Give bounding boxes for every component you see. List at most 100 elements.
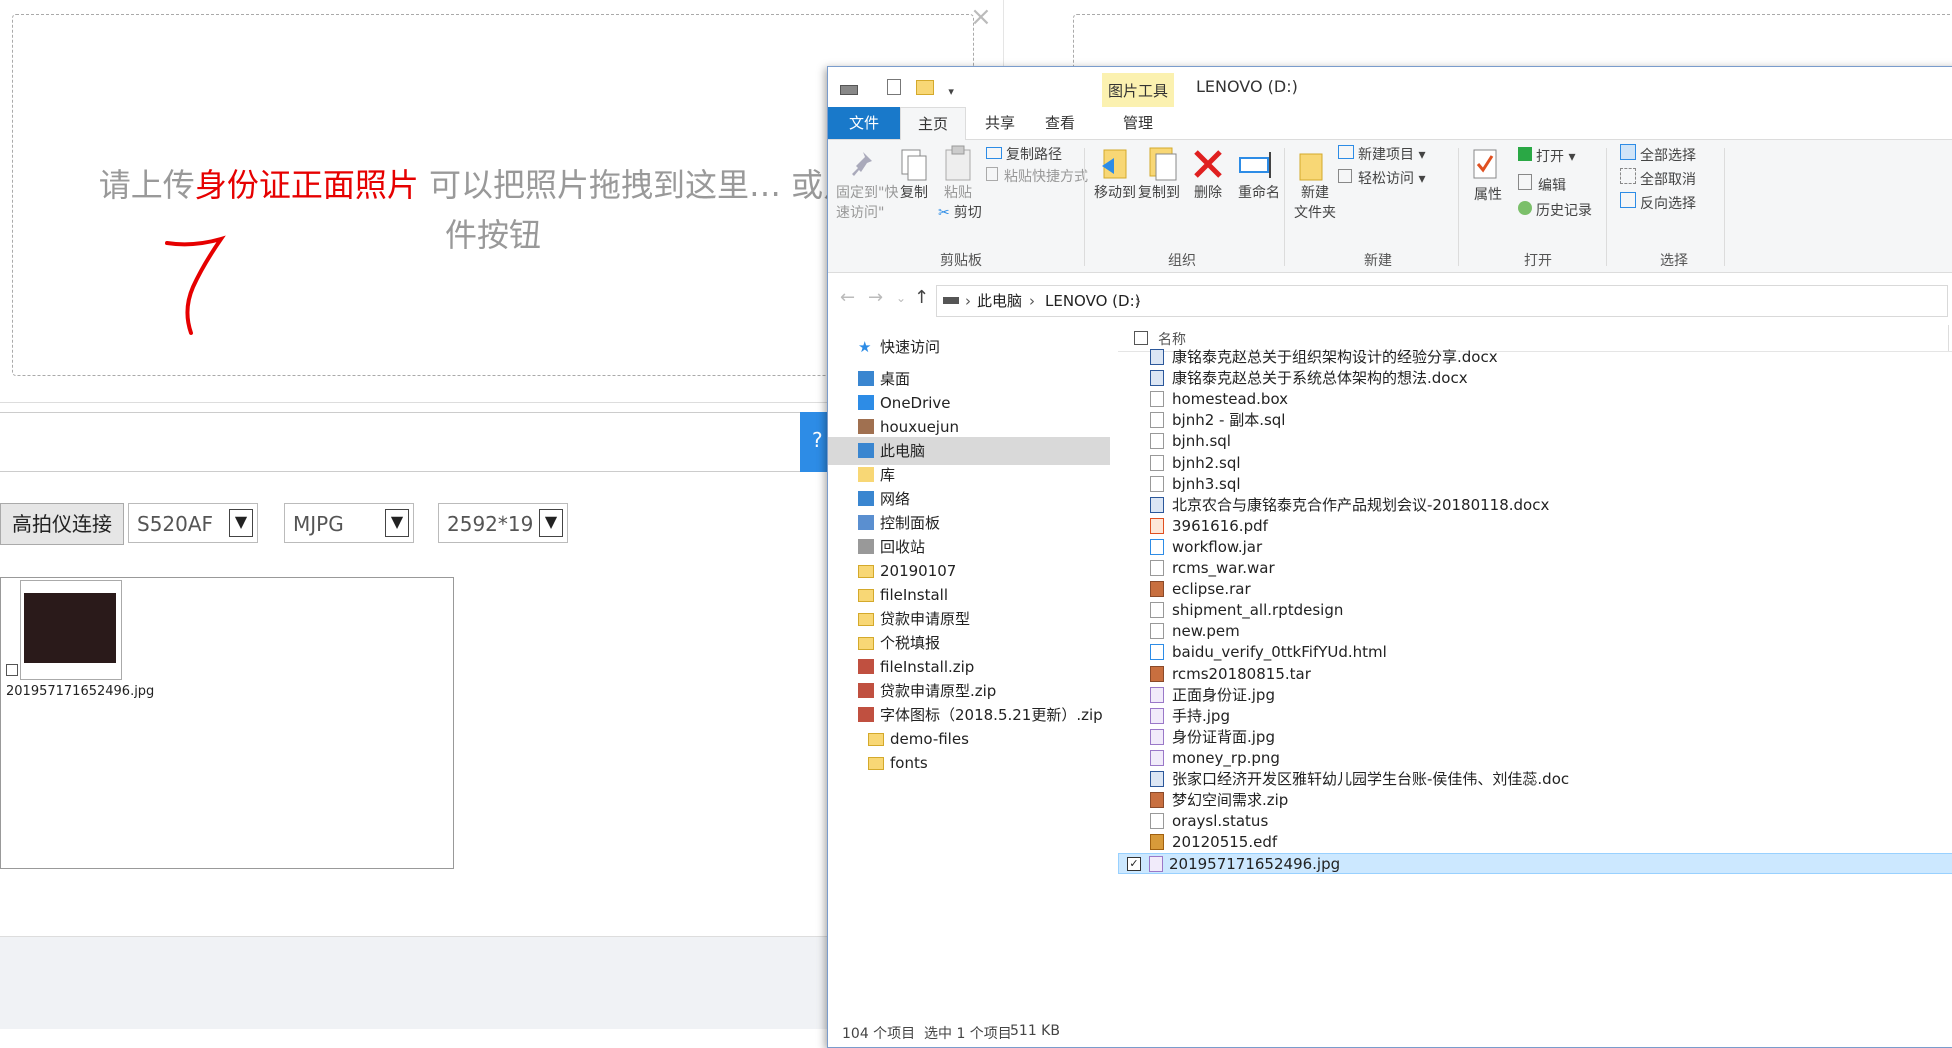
file-name: 手持.jpg [1172, 706, 1230, 725]
file-row[interactable]: workflow.jar20 [1138, 537, 1952, 558]
file-name: shipment_all.rptdesign [1172, 601, 1344, 620]
file-row[interactable]: 正面身份证.jpg20 [1138, 685, 1952, 706]
new-folder-icon[interactable] [915, 80, 934, 95]
paste-shortcut-button[interactable]: 粘贴快捷方式 [986, 166, 1088, 186]
resolution-value: 2592*19 [447, 512, 534, 536]
photo-thumbnail[interactable] [20, 580, 122, 680]
drive-icon[interactable] [840, 85, 858, 95]
resolution-select[interactable]: 2592*19 ▼ [438, 503, 568, 543]
word-document-icon [1150, 771, 1164, 787]
file-row[interactable]: ✓201957171652496.jpg20 [1118, 853, 1952, 875]
file-row[interactable]: bjnh3.sql20 [1138, 474, 1952, 495]
file-row[interactable]: 20120515.edf20 [1138, 832, 1952, 853]
up-arrow-icon[interactable]: ↑ [914, 287, 929, 308]
row-checkbox[interactable]: ✓ [1127, 857, 1141, 872]
file-row[interactable]: homestead.box20 [1138, 389, 1952, 410]
thumbnail-checkbox[interactable] [6, 664, 18, 676]
file-row[interactable]: bjnh2 - 副本.sql20 [1138, 410, 1952, 431]
chevron-down-icon[interactable]: ▼ [385, 509, 409, 537]
file-row[interactable]: 身份证背面.jpg20 [1138, 727, 1952, 748]
file-name: 康铭泰克赵总关于系统总体架构的想法.docx [1172, 369, 1468, 388]
file-row[interactable]: bjnh2.sql20 [1138, 453, 1952, 474]
file-row[interactable]: new.pem20 [1138, 621, 1952, 642]
file-row[interactable]: 康铭泰克赵总关于组织架构设计的经验分享.docx20 [1138, 347, 1952, 368]
path-input[interactable] [0, 412, 800, 472]
recent-dropdown-icon[interactable]: ⌄ [896, 291, 906, 305]
device-select[interactable]: S520AF ▼ [128, 503, 258, 543]
address-bar[interactable]: › 此电脑 › LENOVO (D:) › [936, 285, 1948, 317]
chevron-down-icon[interactable]: ▼ [539, 509, 563, 537]
file-row[interactable]: bjnh.sql20 [1138, 431, 1952, 452]
cut-button[interactable]: ✂ 剪切 [938, 202, 982, 222]
file-row[interactable]: 3961616.pdf20 [1138, 516, 1952, 537]
tab-manage[interactable]: 管理 [1104, 107, 1172, 139]
delete-button[interactable]: 删除 [1194, 182, 1222, 202]
user-icon [858, 419, 874, 434]
column-name[interactable]: 名称 [1158, 329, 1186, 349]
new-item-button[interactable]: 新建项目 ▾ [1338, 144, 1425, 164]
tab-share[interactable]: 共享 [972, 107, 1028, 139]
breadcrumb-separator: › [965, 292, 971, 310]
word-document-icon [1150, 349, 1164, 365]
nav-item-folder-fonts[interactable]: fonts [828, 749, 1110, 777]
edit-icon [1518, 174, 1532, 190]
title-bar[interactable]: ▾ 图片工具 LENOVO (D:) [828, 67, 1952, 109]
submit-button[interactable]: ? [800, 412, 830, 472]
customize-dropdown-icon[interactable]: ▾ [948, 85, 958, 98]
pin-quick-access-button[interactable]: 固定到"快 速访问" [836, 182, 898, 222]
file-name: baidu_verify_0ttkFifYUd.html [1172, 643, 1387, 662]
file-row[interactable]: rcms20180815.tar20 [1138, 664, 1952, 685]
copy-path-button[interactable]: 复制路径 [986, 144, 1062, 164]
file-name: oraysl.status [1172, 812, 1269, 831]
group-organize: 组织 [1168, 253, 1196, 269]
close-icon[interactable]: × [970, 2, 992, 32]
quick-access-toolbar[interactable]: ▾ [840, 77, 958, 99]
properties-button[interactable]: 属性 [1474, 184, 1502, 204]
select-all-checkbox[interactable] [1134, 331, 1148, 345]
handwritten-mark [165, 235, 226, 335]
tab-home[interactable]: 主页 [900, 107, 966, 141]
forward-arrow-icon[interactable]: → [868, 287, 883, 308]
breadcrumb-drive[interactable]: LENOVO (D:) [1045, 286, 1140, 316]
file-row[interactable]: 手持.jpg20 [1138, 706, 1952, 727]
copy-button[interactable]: 复制 [900, 182, 928, 202]
file-row[interactable]: 梦幻空间需求.zip20 [1138, 790, 1952, 811]
archive-icon [858, 683, 874, 698]
image-file-icon [1150, 686, 1164, 703]
rename-button[interactable]: 重命名 [1238, 182, 1280, 202]
select-none-button[interactable]: 全部取消 [1620, 168, 1696, 189]
breadcrumb-this-pc[interactable]: 此电脑 [977, 286, 1022, 316]
invert-selection-button[interactable]: 反向选择 [1620, 192, 1696, 213]
copy-to-button[interactable]: 复制到 [1138, 182, 1180, 202]
file-row[interactable]: 康铭泰克赵总关于系统总体架构的想法.docx20 [1138, 368, 1952, 389]
html-file-icon [1150, 644, 1164, 661]
file-row[interactable]: oraysl.status20 [1138, 811, 1952, 832]
history-button[interactable]: 历史记录 [1518, 200, 1592, 220]
open-button[interactable]: 打开 ▾ [1518, 146, 1575, 166]
properties-icon[interactable] [886, 79, 901, 95]
new-folder-button[interactable]: 新建 文件夹 [1294, 182, 1336, 222]
file-row[interactable]: rcms_war.war20 [1138, 558, 1952, 579]
connect-camera-button[interactable]: 高拍仪连接 [0, 503, 124, 545]
file-name: bjnh2.sql [1172, 453, 1241, 472]
nav-item-quick-access[interactable]: ★ 快速访问 [828, 333, 1110, 361]
tab-file[interactable]: 文件 [828, 107, 900, 139]
move-to-button[interactable]: 移动到 [1094, 182, 1136, 202]
file-row[interactable]: baidu_verify_0ttkFifYUd.html20 [1138, 642, 1952, 663]
file-explorer-window[interactable]: ▾ 图片工具 LENOVO (D:) 文件 主页 共享 查看 管理 固定到"快速… [827, 66, 1952, 1048]
file-row[interactable]: 北京农合与康铭泰克合作产品规划会议-20180118.docx20 [1138, 495, 1952, 516]
select-all-button[interactable]: 全部选择 [1620, 144, 1696, 165]
file-name: 201957171652496.jpg [1169, 855, 1341, 874]
file-row[interactable]: shipment_all.rptdesign20 [1138, 600, 1952, 621]
chevron-down-icon[interactable]: ▼ [229, 509, 253, 537]
edit-button[interactable]: 编辑 [1518, 174, 1566, 195]
format-select[interactable]: MJPG ▼ [284, 503, 414, 543]
select-none-icon [1620, 168, 1636, 184]
file-row[interactable]: money_rp.png20 [1138, 748, 1952, 769]
file-row[interactable]: eclipse.rar20 [1138, 579, 1952, 600]
back-arrow-icon[interactable]: ← [840, 287, 855, 308]
tab-view[interactable]: 查看 [1028, 107, 1092, 139]
file-row[interactable]: 张家口经济开发区雅轩幼儿园学生台账-侯佳伟、刘佳蕊.doc20 [1138, 769, 1952, 790]
easy-access-button[interactable]: 轻松访问 ▾ [1338, 168, 1425, 188]
paste-button[interactable]: 粘贴 [944, 182, 972, 202]
